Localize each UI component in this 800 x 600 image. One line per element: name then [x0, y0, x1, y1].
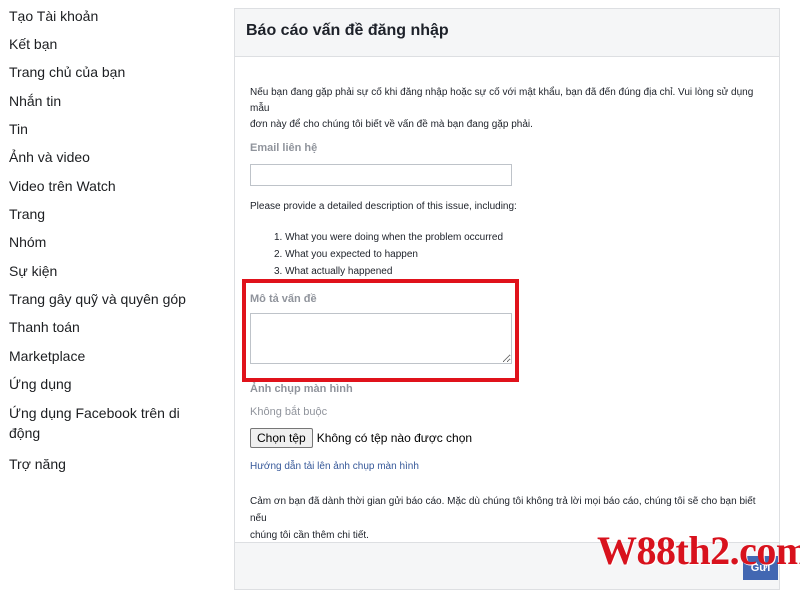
file-upload-row: Chọn tệp Không có tệp nào được chọn: [250, 428, 472, 448]
thanks-text: Cảm ơn bạn đã dành thời gian gửi báo cáo…: [250, 493, 770, 544]
email-field[interactable]: [250, 164, 512, 186]
report-form-card: Báo cáo vấn đề đăng nhập Nếu bạn đang gặ…: [234, 8, 780, 590]
sidebar-item-mobile-apps[interactable]: Ứng dụng Facebook trên di động: [9, 403, 180, 443]
sidebar-item-mobile-apps-line2: động: [9, 425, 41, 441]
sidebar-item-fundraisers[interactable]: Trang gây quỹ và quyên góp: [9, 289, 186, 309]
step-item: 2. What you expected to happen: [274, 249, 418, 260]
description-label: Mô tả vấn đề: [250, 293, 317, 305]
page: Tạo Tài khoản Kết bạn Trang chủ của bạn …: [0, 0, 800, 600]
sidebar-item-photos-videos[interactable]: Ảnh và video: [9, 147, 90, 167]
card-footer: [235, 542, 779, 589]
thanks-line-1: Cảm ơn bạn đã dành thời gian gửi báo cáo…: [250, 496, 756, 524]
intro-line-1: Nếu bạn đang gặp phải sự cố khi đăng nhậ…: [250, 87, 754, 114]
description-prompt: Please provide a detailed description of…: [250, 201, 517, 212]
sidebar-item-groups[interactable]: Nhóm: [9, 232, 46, 252]
intro-text: Nếu bạn đang gặp phải sự cố khi đăng nhậ…: [250, 85, 770, 133]
sidebar-item-stories[interactable]: Tin: [9, 119, 28, 139]
submit-button[interactable]: Gửi: [743, 556, 778, 580]
description-textarea[interactable]: [250, 313, 512, 364]
sidebar-item-watch[interactable]: Video trên Watch: [9, 176, 116, 196]
sidebar-item-marketplace[interactable]: Marketplace: [9, 346, 85, 366]
optional-text: Không bắt buộc: [250, 406, 328, 418]
sidebar-item-accessibility[interactable]: Trợ năng: [9, 454, 66, 474]
sidebar-item-create-account[interactable]: Tạo Tài khoản: [9, 6, 98, 26]
screenshot-label: Ảnh chụp màn hình: [250, 383, 353, 395]
choose-file-button[interactable]: Chọn tệp: [250, 428, 313, 448]
sidebar-item-friends[interactable]: Kết bạn: [9, 34, 57, 54]
email-label: Email liên hệ: [250, 142, 318, 154]
sidebar-item-pages[interactable]: Trang: [9, 204, 45, 224]
thanks-line-2: chúng tôi cần thêm chi tiết.: [250, 530, 369, 541]
sidebar-item-apps[interactable]: Ứng dụng: [9, 374, 72, 394]
sidebar-item-payments[interactable]: Thanh toán: [9, 317, 80, 337]
sidebar-item-events[interactable]: Sự kiện: [9, 261, 57, 281]
intro-line-2: đơn này để cho chúng tôi biết về vấn đề …: [250, 119, 533, 130]
steps-list: 1. What you were doing when the problem …: [274, 229, 503, 280]
sidebar-item-messaging[interactable]: Nhắn tin: [9, 91, 61, 111]
screenshot-guide-link[interactable]: Hướng dẫn tải lên ảnh chụp màn hình: [250, 461, 419, 472]
sidebar-item-home[interactable]: Trang chủ của bạn: [9, 62, 125, 82]
file-status-text: Không có tệp nào được chọn: [316, 431, 473, 445]
sidebar-item-mobile-apps-line1: Ứng dụng Facebook trên di: [9, 405, 180, 421]
step-item: 3. What actually happened: [274, 266, 393, 277]
step-item: 1. What you were doing when the problem …: [274, 232, 504, 243]
form-title: Báo cáo vấn đề đăng nhập: [246, 22, 449, 39]
